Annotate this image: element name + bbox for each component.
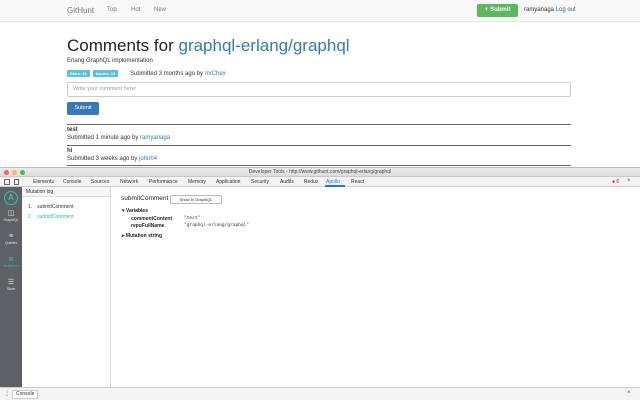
apollo-sidebar: A ◫ GraphiQL ≡ Queries ≣ Mutations ☰ Sto… bbox=[0, 187, 22, 387]
tab-redux[interactable]: Redux bbox=[304, 179, 318, 185]
comment-author: hi bbox=[67, 148, 73, 154]
repo-link[interactable]: graphql-erlang/graphql bbox=[178, 36, 349, 55]
tab-audits[interactable]: Audits bbox=[280, 179, 294, 185]
entry-user-link[interactable]: mrChex bbox=[205, 71, 226, 77]
apollo-logo: A bbox=[4, 191, 18, 205]
submit-comment-button[interactable]: Submit bbox=[67, 102, 99, 115]
comment-submitted: Submitted 1 minute ago by bbox=[67, 135, 141, 141]
tab-memory[interactable]: Memory bbox=[188, 179, 206, 185]
variable-value: "test" bbox=[184, 216, 201, 221]
variables-toggle[interactable]: ▾ Variables bbox=[122, 208, 148, 214]
sidebar-item-label: Store bbox=[6, 287, 16, 291]
show-in-graphiql-button[interactable]: Show in GraphiQL bbox=[170, 195, 222, 204]
tab-network[interactable]: Network bbox=[120, 179, 138, 185]
mutation-number: 1. bbox=[28, 204, 33, 210]
console-drawer-tab[interactable]: Console bbox=[12, 390, 39, 399]
comment-user-link[interactable]: johnh4 bbox=[139, 156, 157, 162]
sidebar-item-label: GraphiQL bbox=[3, 218, 19, 222]
submit-nav-button[interactable]: + Submit bbox=[477, 4, 518, 17]
logout-link[interactable]: Log out bbox=[556, 7, 576, 13]
mutation-detail: submitComment Show in GraphiQL ▾ Variabl… bbox=[111, 187, 640, 387]
variables-label: Variables bbox=[125, 208, 148, 214]
sidebar-item-queries[interactable]: ≡ Queries bbox=[0, 233, 22, 246]
repo-description: Erlang GraphQL implementation bbox=[67, 58, 153, 64]
sidebar-item-label: Queries bbox=[4, 241, 18, 245]
mutation-number: 2. bbox=[28, 214, 33, 220]
mutation-detail-title: submitComment bbox=[121, 195, 169, 202]
mutation-log-item[interactable]: 1. submitComment bbox=[28, 204, 74, 210]
title-prefix: Comments for bbox=[67, 36, 179, 55]
variable-value: "graphql-erlang/graphql" bbox=[184, 223, 250, 228]
mutation-log-title: Mutation log bbox=[22, 187, 110, 197]
user-area: ramyanaga Log out bbox=[524, 7, 576, 13]
tab-performance[interactable]: Performance bbox=[149, 179, 178, 185]
mutation-log-item[interactable]: 2. submitComment bbox=[28, 214, 74, 220]
tab-react[interactable]: React bbox=[351, 179, 364, 185]
close-devtools-icon[interactable]: × bbox=[627, 178, 631, 184]
nav-hot[interactable]: Hot bbox=[131, 7, 140, 13]
error-counter[interactable]: ● 6 bbox=[612, 179, 619, 185]
chevron-down-icon: ▾ bbox=[122, 208, 125, 214]
mutation-string-label: Mutation string bbox=[125, 233, 163, 239]
navbar: GitHunt Top Hot New + Submit ramyanaga Lo… bbox=[0, 0, 640, 22]
variable-key: repoFullName bbox=[131, 223, 165, 229]
inspect-icon[interactable] bbox=[4, 179, 10, 185]
username: ramyanaga bbox=[524, 7, 555, 13]
tab-elements[interactable]: Elements bbox=[33, 179, 54, 185]
mutations-icon: ≣ bbox=[8, 256, 14, 263]
sidebar-item-label: Mutations bbox=[3, 264, 19, 268]
error-count: 6 bbox=[616, 179, 620, 185]
store-icon: ☰ bbox=[7, 279, 15, 286]
devtools-titlebar: Developer Tools - http://www.githunt.com… bbox=[0, 168, 640, 177]
devtools-title: Developer Tools - http://www.githunt.com… bbox=[248, 169, 392, 175]
entry-meta: Submitted 3 months ago by mrChex bbox=[130, 71, 226, 77]
mutation-name: submitComment bbox=[37, 214, 74, 220]
divider bbox=[67, 124, 571, 125]
sidebar-item-graphiql[interactable]: ◫ GraphiQL bbox=[0, 210, 22, 223]
nav-top[interactable]: Top bbox=[107, 7, 117, 13]
graphiql-icon: ◫ bbox=[7, 210, 15, 217]
issues-badge: Issues: 13 bbox=[92, 70, 119, 77]
sidebar-item-store[interactable]: ☰ Store bbox=[0, 279, 22, 292]
mutation-string-toggle[interactable]: ▸ Mutation string bbox=[122, 233, 162, 239]
screen: GitHunt Top Hot New + Submit ramyanaga Lo… bbox=[0, 0, 640, 400]
divider bbox=[67, 145, 571, 146]
entry-submitted: Submitted 3 months ago by bbox=[130, 71, 205, 77]
comment-meta: Submitted 3 weeks ago by johnh4 bbox=[67, 156, 157, 162]
nav-new[interactable]: New bbox=[154, 7, 166, 13]
sidebar-item-mutations[interactable]: ≣ Mutations bbox=[0, 256, 22, 269]
chevron-right-icon: ▸ bbox=[122, 233, 125, 239]
comment-author: test bbox=[67, 127, 78, 133]
drawer-menu-icon[interactable]: ⋮ bbox=[4, 390, 10, 397]
submit-nav-label: Submit bbox=[490, 7, 511, 13]
error-icon: ● bbox=[612, 179, 616, 185]
mutation-log-panel: Mutation log 1. submitComment 2. submitCom… bbox=[22, 187, 111, 387]
plus-icon: + bbox=[484, 7, 489, 13]
stars-badge: Stars: 21 bbox=[67, 70, 90, 77]
comment-meta: Submitted 1 minute ago by ramyanaga bbox=[67, 135, 170, 141]
devtools-window: Developer Tools - http://www.githunt.com… bbox=[0, 167, 640, 400]
tab-application[interactable]: Application bbox=[216, 179, 240, 185]
divider bbox=[67, 165, 571, 166]
comment-user-link[interactable]: ramyanaga bbox=[140, 135, 170, 141]
comment-submitted: Submitted 3 weeks ago by bbox=[67, 156, 140, 162]
brand-link[interactable]: GitHunt bbox=[67, 6, 94, 15]
tab-console[interactable]: Console bbox=[63, 179, 81, 185]
tab-sources[interactable]: Sources bbox=[91, 179, 109, 185]
badges: Stars: 21 Issues: 13 bbox=[67, 70, 119, 77]
device-toolbar-icon[interactable] bbox=[14, 179, 19, 185]
comment-input[interactable]: Write your comment here! bbox=[67, 82, 571, 97]
console-drawer: ⋮ Console × bbox=[0, 387, 640, 400]
queries-icon: ≡ bbox=[8, 233, 14, 240]
close-drawer-icon[interactable]: × bbox=[627, 390, 631, 396]
mutation-name: submitComment bbox=[37, 204, 74, 210]
devtools-tabbar: Elements Console Sources Network Perform… bbox=[0, 177, 640, 187]
page-title: Comments for graphql-erlang/graphql bbox=[67, 36, 350, 56]
tab-security[interactable]: Security bbox=[251, 179, 269, 185]
variable-key: commentContent bbox=[131, 216, 173, 222]
